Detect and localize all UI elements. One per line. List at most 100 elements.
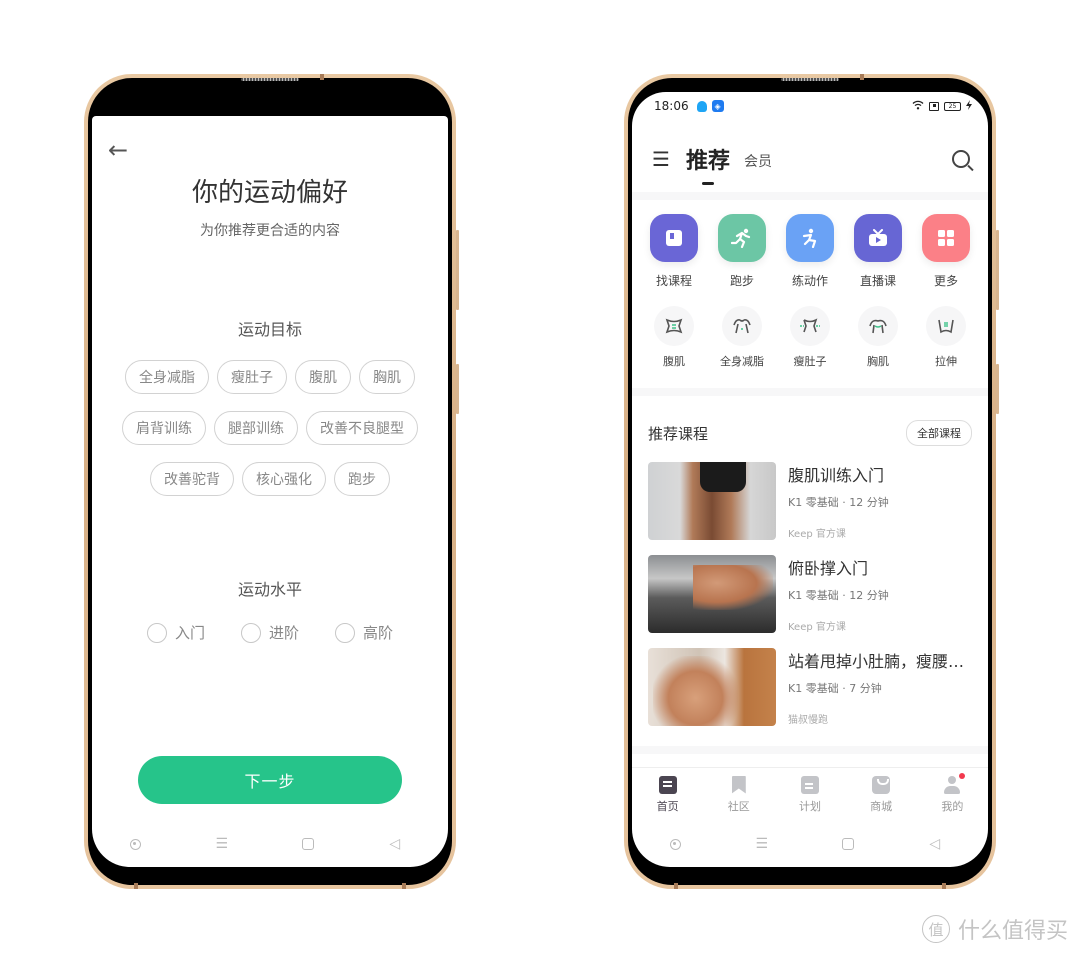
- quick-action-label: 跑步: [729, 274, 754, 288]
- goal-chip[interactable]: 腿部训练: [214, 411, 298, 445]
- radio-button[interactable]: [335, 622, 355, 643]
- clock: 18:06: [654, 99, 689, 113]
- calendar-icon: [800, 775, 819, 794]
- course-thumbnail: [648, 555, 776, 633]
- qq-notification-icon: [696, 100, 707, 112]
- home-icon: [658, 775, 677, 794]
- section-divider: [632, 388, 988, 396]
- quick-action-more[interactable]: 更多: [916, 214, 976, 289]
- menu-icon[interactable]: ☰: [652, 147, 670, 171]
- body-part-full-body[interactable]: 全身减脂: [712, 306, 772, 369]
- tab-profile[interactable]: 我的: [927, 772, 977, 814]
- radio-button[interactable]: [240, 622, 261, 643]
- tab-label: 我的: [941, 799, 964, 813]
- quick-action-find-course[interactable]: 找课程: [644, 214, 704, 289]
- search-icon[interactable]: [952, 150, 970, 168]
- goal-chip[interactable]: 瘦肚子: [217, 360, 287, 394]
- tab-recommended[interactable]: 推荐: [686, 143, 730, 175]
- section-divider: [632, 192, 988, 200]
- home-button[interactable]: [293, 838, 323, 850]
- home-screen: 18:06 ◈ 25 ☰ 推荐 会员 找课程 跑步 练动作 直播课 更多 腹肌 …: [632, 92, 988, 867]
- frame-seam: [134, 883, 138, 889]
- side-button: [996, 364, 999, 414]
- body-part-stretch[interactable]: 拉伸: [916, 306, 976, 369]
- goal-chip[interactable]: 改善驼背: [150, 462, 234, 496]
- recents-menu-icon[interactable]: ☰: [747, 836, 777, 852]
- back-triangle-icon[interactable]: ◁: [920, 836, 950, 852]
- goal-chip[interactable]: 胸肌: [359, 360, 415, 394]
- quick-action-label: 更多: [933, 274, 958, 288]
- all-courses-button[interactable]: 全部课程: [906, 420, 972, 446]
- body-part-belly[interactable]: 瘦肚子: [780, 306, 840, 369]
- assistant-button[interactable]: [660, 838, 690, 850]
- tab-label: 首页: [656, 799, 679, 813]
- page-subtitle: 为你推荐更合适的内容: [200, 223, 340, 239]
- side-button: [456, 230, 459, 310]
- course-info: 站着甩掉小肚腩，瘦腰… K1 零基础 · 7 分钟 猫叔慢跑: [788, 648, 972, 726]
- tab-home[interactable]: 首页: [643, 775, 693, 814]
- tab-community[interactable]: 社区: [714, 775, 764, 814]
- body-part-label: 瘦肚子: [793, 355, 827, 368]
- thumbnail-detail: [700, 462, 746, 492]
- quick-action-running[interactable]: 跑步: [712, 214, 772, 289]
- thumbnail-detail: [693, 565, 773, 610]
- course-source: Keep 官方课: [788, 622, 846, 633]
- left-phone-frame: ← 你的运动偏好 为你推荐更合适的内容 运动目标 全身减脂 瘦肚子 腹肌 胸肌 …: [84, 74, 459, 889]
- course-meta: K1 零基础 · 7 分钟: [788, 682, 882, 695]
- goal-chip[interactable]: 改善不良腿型: [306, 411, 418, 445]
- tab-store[interactable]: 商城: [856, 775, 906, 814]
- frame-seam: [860, 74, 864, 80]
- course-item[interactable]: 腹肌训练入门 K1 零基础 · 12 分钟 Keep 官方课: [648, 462, 972, 540]
- status-bar: 18:06 ◈ 25: [632, 92, 988, 120]
- goal-chip[interactable]: 肩背训练: [122, 411, 206, 445]
- body-part-label: 拉伸: [935, 355, 957, 368]
- watermark-logo-icon: 值: [921, 915, 950, 943]
- quick-action-label: 直播课: [859, 274, 896, 288]
- home-button[interactable]: [833, 838, 863, 850]
- level-option-beginner[interactable]: 入门: [146, 622, 205, 643]
- goal-section-label: 运动目标: [237, 320, 302, 339]
- recommended-title: 推荐课程: [648, 424, 709, 443]
- chip-row: 全身减脂 瘦肚子 腹肌 胸肌: [125, 360, 415, 394]
- body-part-label: 胸肌: [867, 355, 889, 368]
- goal-chip[interactable]: 全身减脂: [125, 360, 209, 394]
- charging-icon: [966, 99, 972, 113]
- screencast-icon: [929, 101, 939, 111]
- goal-chip[interactable]: 腹肌: [295, 360, 351, 394]
- watermark: 值 什么值得买: [921, 913, 1068, 945]
- bottom-tab-bar: 首页 社区 计划 商城 我的: [632, 767, 988, 821]
- goal-chip[interactable]: 核心强化: [242, 462, 326, 496]
- back-triangle-icon[interactable]: ◁: [380, 836, 410, 852]
- goal-chips: 全身减脂 瘦肚子 腹肌 胸肌 肩背训练 腿部训练 改善不良腿型 改善驼背 核心强…: [92, 360, 448, 496]
- level-option-advanced[interactable]: 高阶: [335, 622, 393, 643]
- bookmark-icon: [731, 775, 746, 794]
- radio-button[interactable]: [146, 622, 167, 643]
- goal-chip[interactable]: 跑步: [334, 462, 390, 496]
- course-book-icon: [650, 214, 698, 262]
- assistant-icon: [129, 838, 141, 850]
- stretch-icon: [926, 306, 966, 346]
- side-button: [996, 230, 999, 310]
- course-item[interactable]: 俯卧撑入门 K1 零基础 · 12 分钟 Keep 官方课: [648, 555, 972, 633]
- quick-action-exercises[interactable]: 练动作: [780, 214, 840, 289]
- page-title: 你的运动偏好: [191, 178, 348, 208]
- back-arrow-icon[interactable]: ←: [108, 136, 128, 164]
- chip-row: 改善驼背 核心强化 跑步: [150, 462, 390, 496]
- body-part-chest[interactable]: 胸肌: [848, 306, 908, 369]
- user-icon: [943, 775, 961, 794]
- body-part-abs[interactable]: 腹肌: [644, 306, 704, 369]
- recents-menu-icon[interactable]: ☰: [207, 836, 237, 852]
- shopping-bag-icon: [872, 775, 891, 794]
- level-option-intermediate[interactable]: 进阶: [240, 622, 299, 643]
- quick-action-live-class[interactable]: 直播课: [848, 214, 908, 289]
- tab-plan[interactable]: 计划: [785, 775, 835, 814]
- tab-membership[interactable]: 会员: [744, 151, 772, 171]
- body-part-shortcuts: 腹肌 全身减脂 瘦肚子 胸肌 拉伸: [632, 306, 988, 369]
- course-info: 腹肌训练入门 K1 零基础 · 12 分钟 Keep 官方课: [788, 462, 972, 540]
- assistant-button[interactable]: [120, 838, 150, 850]
- tab-label: 商城: [870, 799, 893, 813]
- section-divider: [632, 746, 988, 754]
- next-step-button[interactable]: 下一步: [138, 756, 402, 804]
- course-item[interactable]: 站着甩掉小肚腩，瘦腰… K1 零基础 · 7 分钟 猫叔慢跑: [648, 648, 972, 726]
- frame-seam: [320, 74, 324, 80]
